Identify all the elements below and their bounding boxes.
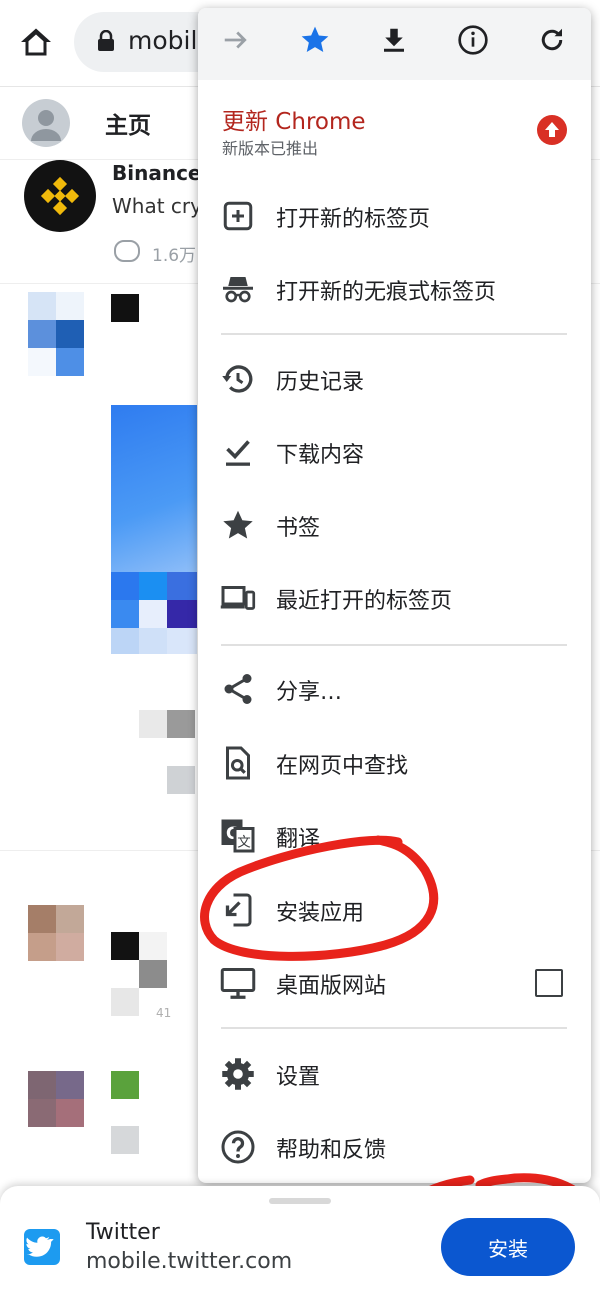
- menu-item-recent-tabs[interactable]: 最近打开的标签页: [198, 562, 591, 634]
- update-arrow-icon: [537, 115, 567, 145]
- pixelated-element: [167, 766, 195, 794]
- tweet-count: 41: [156, 1006, 172, 1020]
- menu-separator: [221, 644, 567, 646]
- menu-item-install-app[interactable]: 安装应用: [198, 874, 591, 946]
- share-icon: [220, 671, 256, 707]
- app-url: mobile.twitter.com: [86, 1249, 293, 1274]
- translate-icon: G文: [220, 818, 256, 854]
- pixelated-name: [139, 932, 167, 960]
- pixelated-name: [111, 932, 139, 960]
- app-name: Twitter: [86, 1220, 160, 1245]
- bookmark-star-icon[interactable]: [297, 22, 333, 58]
- menu-item-label: 翻译…: [276, 827, 343, 852]
- menu-item-new-incognito-tab[interactable]: 打开新的无痕式标签页: [198, 253, 591, 325]
- pixelated-element: [111, 1126, 139, 1154]
- menu-item-label: 桌面版网站: [276, 974, 387, 999]
- install-app-icon: [220, 892, 256, 928]
- menu-item-label: 书签: [276, 516, 321, 541]
- menu-item-help-feedback[interactable]: 帮助和反馈: [198, 1111, 591, 1183]
- settings-icon: [220, 1056, 256, 1092]
- svg-text:文: 文: [237, 835, 251, 851]
- menu-item-translate[interactable]: G文 翻译…: [198, 800, 591, 872]
- pixelated-element: [139, 710, 167, 738]
- devices-icon: [220, 580, 256, 616]
- pixelated-name: [111, 294, 139, 322]
- reload-icon[interactable]: [534, 22, 570, 58]
- downloads-icon: [220, 434, 256, 470]
- tweet-author[interactable]: Binance: [112, 161, 202, 185]
- home-icon[interactable]: [18, 24, 54, 60]
- sheet-drag-handle[interactable]: [269, 1198, 331, 1204]
- menu-item-share[interactable]: 分享…: [198, 653, 591, 725]
- menu-item-label: 下载内容: [276, 443, 365, 468]
- menu-item-label: 安装应用: [276, 901, 365, 926]
- pixelated-element: [111, 988, 139, 1016]
- incognito-icon: [220, 271, 256, 307]
- menu-item-label: 分享…: [276, 680, 343, 705]
- new-tab-icon: [220, 198, 256, 234]
- menu-item-label: 在网页中查找: [276, 754, 409, 779]
- update-chrome-title[interactable]: 更新 Chrome: [222, 102, 366, 136]
- page-info-icon[interactable]: [455, 22, 491, 58]
- history-icon: [220, 361, 256, 397]
- menu-item-label: 历史记录: [276, 370, 365, 395]
- menu-item-label: 最近打开的标签页: [276, 589, 453, 614]
- menu-item-label: 打开新的标签页: [276, 207, 431, 232]
- star-icon: [220, 507, 256, 543]
- menu-item-desktop-site[interactable]: 桌面版网站: [198, 947, 591, 1019]
- forward-icon[interactable]: [218, 22, 254, 58]
- install-button[interactable]: 安装: [441, 1218, 575, 1276]
- twitter-bird-icon: [24, 1229, 60, 1265]
- menu-item-label: 设置: [276, 1065, 321, 1090]
- menu-item-label: 打开新的无痕式标签页: [276, 280, 497, 305]
- reply-icon[interactable]: [114, 240, 140, 262]
- reply-count: 1.6万: [152, 246, 197, 266]
- menu-item-history[interactable]: 历史记录: [198, 343, 591, 415]
- binance-avatar[interactable]: [24, 160, 96, 232]
- menu-item-bookmarks[interactable]: 书签: [198, 489, 591, 561]
- avatar[interactable]: [22, 99, 70, 147]
- menu-item-settings[interactable]: 设置: [198, 1038, 591, 1110]
- menu-item-new-tab[interactable]: 打开新的标签页: [198, 180, 591, 252]
- pixelated-name: [111, 1071, 139, 1099]
- find-in-page-icon: [220, 745, 256, 781]
- lock-icon: [96, 29, 116, 52]
- menu-separator: [221, 1027, 567, 1029]
- menu-separator: [221, 333, 567, 335]
- pixelated-element: [139, 960, 167, 988]
- menu-item-find-in-page[interactable]: 在网页中查找: [198, 727, 591, 799]
- desktop-site-checkbox[interactable]: [535, 969, 563, 997]
- menu-item-downloads[interactable]: 下载内容: [198, 416, 591, 488]
- menu-item-label: 帮助和反馈: [276, 1138, 387, 1163]
- desktop-icon: [220, 965, 256, 1001]
- tweet-text: What cry: [112, 194, 202, 218]
- download-icon[interactable]: [376, 22, 412, 58]
- help-icon: [220, 1129, 256, 1165]
- page-title: 主页: [105, 113, 151, 139]
- pixelated-element: [167, 710, 195, 738]
- update-chrome-subtitle: 新版本已推出: [222, 139, 319, 158]
